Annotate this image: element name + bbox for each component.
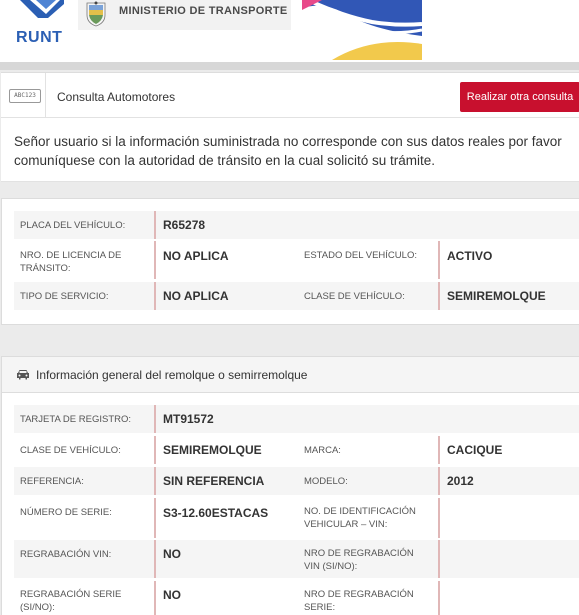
runt-logo-text: RUNT: [16, 29, 63, 46]
colombia-shield-icon: [86, 1, 106, 27]
row-regrab-serie: REGRABACIÓN SERIE (SI/NO): NO NRO DE REG…: [14, 581, 579, 615]
clase-vehiculo-label: CLASE DE VEHÍCULO:: [20, 445, 121, 456]
placa-value: R65278: [154, 211, 205, 239]
marca-value: CACIQUE: [438, 436, 502, 464]
new-query-button[interactable]: Realizar otra consulta: [460, 82, 579, 112]
tarjeta-label: TARJETA DE REGISTRO:: [20, 414, 132, 425]
header-divider: [0, 62, 579, 70]
remolque-panel-header[interactable]: Información general del remolque o semir…: [2, 357, 579, 393]
licencia-label: NRO. DE LICENCIA DE TRÁNSITO:: [20, 250, 122, 274]
nro-regrab-serie-label: NRO DE REGRABACIÓN SERIE:: [304, 589, 414, 613]
estado-label: ESTADO DEL VEHÍCULO:: [304, 250, 417, 261]
servicio-value: NO APLICA: [154, 282, 229, 310]
vin-value: [438, 498, 447, 538]
clase-vehiculo-value: SEMIREMOLQUE: [154, 436, 262, 464]
row-licencia-estado: NRO. DE LICENCIA DE TRÁNSITO: NO APLICA …: [14, 241, 579, 279]
vin-label: NO. DE IDENTIFICACIÓN VEHICULAR – VIN:: [304, 506, 416, 530]
modelo-value: 2012: [438, 467, 474, 495]
regrab-vin-value: NO: [154, 540, 181, 578]
notice-text: Señor usuario si la información suminist…: [14, 134, 562, 168]
modelo-label: MODELO:: [304, 476, 348, 487]
row-placa: PLACA DEL VEHÍCULO: R65278: [14, 211, 579, 239]
tarjeta-value: MT91572: [154, 405, 214, 433]
referencia-label: REFERENCIA:: [20, 476, 84, 487]
consulta-bar: ABC123 Consulta Automotores Realizar otr…: [1, 72, 579, 119]
regrab-vin-label: REGRABACIÓN VIN:: [20, 549, 112, 560]
vehicle-info-panel: PLACA DEL VEHÍCULO: R65278 NRO. DE LICEN…: [1, 198, 579, 325]
header-decoration: [302, 0, 422, 60]
row-referencia-modelo: REFERENCIA: SIN REFERENCIA MODELO: 2012: [14, 467, 579, 495]
nro-regrab-vin-label: NRO DE REGRABACIÓN VIN (SI/NO):: [304, 548, 414, 572]
servicio-label: TIPO DE SERVICIO:: [20, 291, 109, 302]
consulta-bar-divider: [45, 73, 46, 119]
nro-regrab-vin-value: [438, 540, 447, 578]
page-header: RUNT MINISTERIO DE TRANSPORTE: [0, 0, 579, 66]
serie-value: S3-12.60ESTACAS: [154, 498, 268, 538]
consulta-title: Consulta Automotores: [57, 90, 176, 104]
row-regrab-vin: REGRABACIÓN VIN: NO NRO DE REGRABACIÓN V…: [14, 540, 579, 578]
ministry-title: MINISTERIO DE TRANSPORTE: [119, 5, 288, 17]
remolque-panel-title: Información general del remolque o semir…: [36, 368, 308, 382]
plate-badge-icon: ABC123: [9, 89, 41, 103]
clase-value: SEMIREMOLQUE: [438, 282, 546, 310]
remolque-info-panel: Información general del remolque o semir…: [1, 356, 579, 615]
notice-box: Señor usuario si la información suminist…: [1, 118, 579, 182]
serie-label: NÚMERO DE SERIE:: [20, 507, 112, 518]
row-servicio-clase: TIPO DE SERVICIO: NO APLICA CLASE DE VEH…: [14, 282, 579, 310]
regrab-serie-label: REGRABACIÓN SERIE (SI/NO):: [20, 589, 122, 613]
regrab-serie-value: NO: [154, 581, 181, 615]
row-clase-marca: CLASE DE VEHÍCULO: SEMIREMOLQUE MARCA: C…: [14, 436, 579, 464]
row-tarjeta: TARJETA DE REGISTRO: MT91572: [14, 405, 579, 433]
estado-value: ACTIVO: [438, 241, 492, 279]
marca-label: MARCA:: [304, 445, 341, 456]
licencia-value: NO APLICA: [154, 241, 229, 279]
car-icon: [17, 370, 29, 380]
nro-regrab-serie-value: [438, 581, 447, 615]
referencia-value: SIN REFERENCIA: [154, 467, 264, 495]
row-serie-vin: NÚMERO DE SERIE: S3-12.60ESTACAS NO. DE …: [14, 498, 579, 538]
placa-label: PLACA DEL VEHÍCULO:: [20, 220, 126, 231]
clase-label: CLASE DE VEHÍCULO:: [304, 291, 405, 302]
